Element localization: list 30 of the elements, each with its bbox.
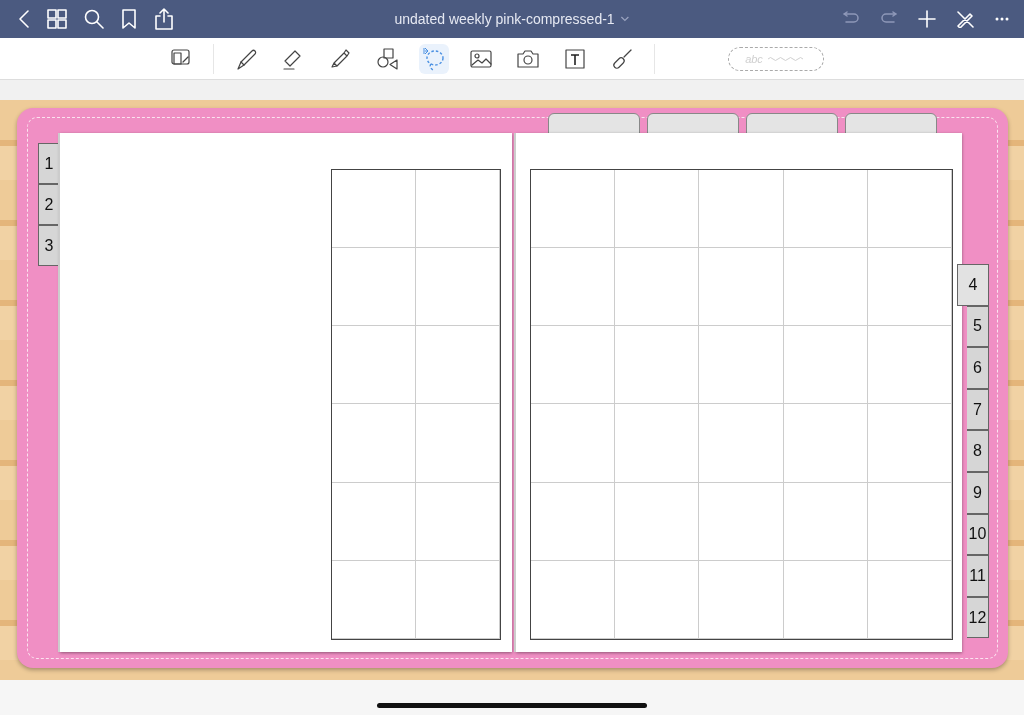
grid-icon[interactable] [47,9,67,29]
lasso-tool-button[interactable] [419,43,449,74]
section-tab[interactable]: 1 [38,143,59,184]
text-box-icon [563,46,587,71]
blank-tab[interactable] [845,113,937,135]
section-tab[interactable]: 2 [38,184,59,225]
section-tab[interactable]: 9 [967,471,989,514]
section-tab[interactable]: 11 [967,555,989,597]
search-icon[interactable] [84,9,104,29]
document-title[interactable]: undated weekly pink-compressed-1 [394,11,615,27]
lasso-icon [422,46,446,71]
plus-icon[interactable] [918,10,936,28]
section-tab[interactable]: 4 [957,264,989,306]
blank-tab[interactable] [548,113,640,135]
blank-tab[interactable] [647,113,739,135]
bookmark-icon[interactable] [121,9,137,29]
blank-tab[interactable] [746,113,838,135]
shapes-icon [375,46,399,71]
pen-crossed-icon[interactable] [956,10,974,28]
more-icon[interactable] [994,16,1010,22]
share-icon[interactable] [154,8,174,30]
section-tab[interactable]: 7 [967,388,989,431]
section-tab[interactable]: 8 [967,430,989,472]
back-icon[interactable] [18,9,30,29]
section-tab[interactable]: 5 [967,305,989,348]
section-tab[interactable]: 3 [38,225,59,266]
section-tab[interactable]: 10 [967,513,989,556]
section-tab[interactable]: 6 [967,347,989,389]
chevron-down-icon[interactable] [620,16,630,22]
section-tab[interactable]: 12 [967,596,989,639]
